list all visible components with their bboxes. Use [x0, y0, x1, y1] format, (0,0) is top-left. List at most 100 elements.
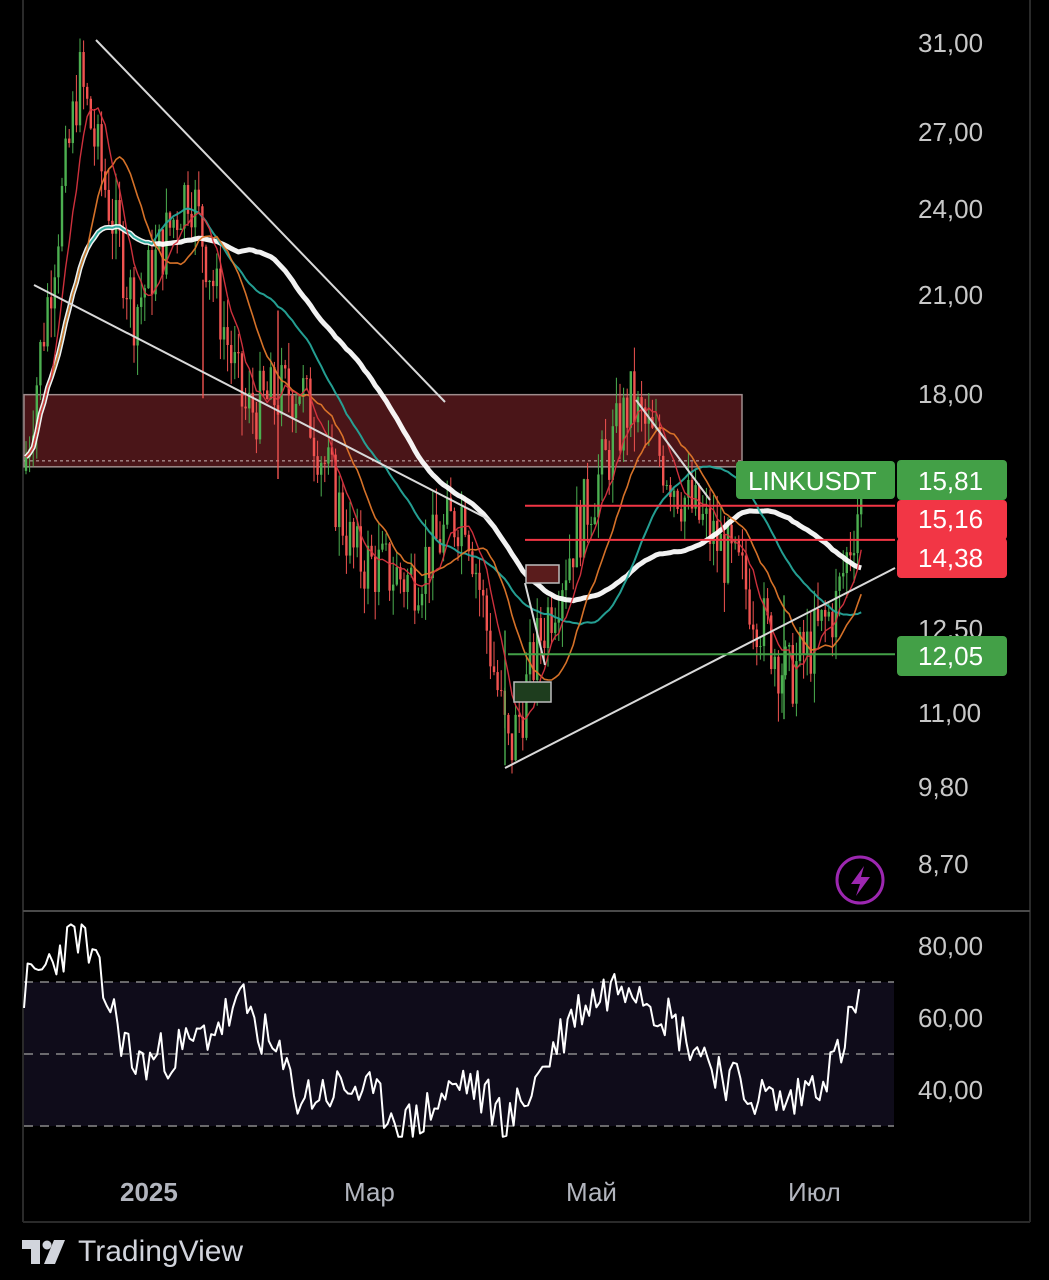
- candle-body[interactable]: [586, 479, 589, 525]
- candle-body[interactable]: [384, 543, 388, 545]
- candle-body[interactable]: [298, 396, 301, 404]
- candle-body[interactable]: [341, 492, 344, 536]
- candle-body[interactable]: [741, 552, 744, 556]
- candle-body[interactable]: [230, 345, 233, 364]
- candle-body[interactable]: [269, 367, 272, 400]
- candle-body[interactable]: [485, 595, 488, 631]
- candle-body[interactable]: [438, 538, 442, 553]
- candle-body[interactable]: [723, 534, 726, 583]
- candle-body[interactable]: [284, 365, 287, 369]
- candle-body[interactable]: [478, 572, 481, 590]
- candle-body[interactable]: [453, 511, 456, 538]
- candle-body[interactable]: [323, 462, 326, 464]
- candle-body[interactable]: [827, 611, 830, 617]
- candle-body[interactable]: [183, 185, 186, 229]
- candle-body[interactable]: [320, 462, 323, 475]
- candle-body[interactable]: [194, 189, 197, 228]
- rsi-pane[interactable]: [23, 923, 894, 1138]
- candle-body[interactable]: [219, 268, 222, 340]
- candle-body[interactable]: [255, 412, 258, 440]
- candle-body[interactable]: [39, 342, 42, 386]
- candle-body[interactable]: [176, 219, 179, 231]
- candle-body[interactable]: [93, 128, 96, 147]
- symbol-tag[interactable]: LINKUSDT: [736, 461, 895, 499]
- candle-body[interactable]: [528, 642, 532, 675]
- candle-body[interactable]: [240, 353, 244, 407]
- candle-body[interactable]: [86, 86, 89, 99]
- candle-body[interactable]: [172, 219, 175, 228]
- candle-body[interactable]: [532, 642, 535, 680]
- candle-body[interactable]: [96, 124, 100, 147]
- candle-body[interactable]: [633, 371, 636, 423]
- lightning-icon[interactable]: [835, 855, 885, 905]
- candle-body[interactable]: [222, 327, 226, 340]
- candle-body[interactable]: [46, 297, 49, 347]
- candle-body[interactable]: [838, 576, 841, 591]
- candle-body[interactable]: [554, 622, 557, 633]
- candle-body[interactable]: [496, 672, 499, 691]
- candle-body[interactable]: [568, 558, 571, 581]
- candle-body[interactable]: [564, 580, 568, 591]
- candle-body[interactable]: [291, 395, 294, 419]
- candle-body[interactable]: [590, 524, 593, 526]
- order-block-green[interactable]: [513, 681, 552, 703]
- candle-body[interactable]: [579, 505, 582, 558]
- candle-body[interactable]: [125, 298, 128, 300]
- candle-body[interactable]: [280, 365, 283, 415]
- candle-body[interactable]: [64, 138, 67, 186]
- candle-body[interactable]: [849, 552, 852, 556]
- level-tag-2[interactable]: 14,38: [897, 538, 1007, 578]
- candle-body[interactable]: [615, 403, 618, 427]
- candle-body[interactable]: [543, 640, 546, 648]
- candle-body[interactable]: [597, 474, 600, 518]
- candle-body[interactable]: [744, 555, 748, 590]
- candle-body[interactable]: [392, 584, 395, 591]
- candle-body[interactable]: [816, 609, 820, 621]
- price-axis[interactable]: 31,00 27,00 24,00 21,00 18,00 12,50 11,0…: [918, 28, 983, 879]
- candle-body[interactable]: [446, 497, 449, 525]
- candle-body[interactable]: [748, 589, 751, 625]
- candle-body[interactable]: [388, 543, 391, 591]
- level-tag-3[interactable]: 12,05: [897, 636, 1007, 676]
- candle-body[interactable]: [204, 246, 208, 283]
- candle-body[interactable]: [464, 506, 467, 535]
- candle-body[interactable]: [456, 537, 460, 547]
- candle-body[interactable]: [71, 101, 74, 144]
- candle-body[interactable]: [431, 514, 434, 579]
- candle-body[interactable]: [60, 185, 64, 247]
- candle-body[interactable]: [471, 551, 474, 575]
- candle-body[interactable]: [813, 609, 816, 674]
- candle-body[interactable]: [539, 618, 542, 641]
- trendline-upper[interactable]: [95, 39, 446, 403]
- candle-body[interactable]: [258, 370, 262, 440]
- candle-body[interactable]: [611, 426, 614, 480]
- candle-body[interactable]: [122, 230, 125, 299]
- candle-body[interactable]: [262, 370, 265, 391]
- candle-body[interactable]: [24, 457, 28, 471]
- candle-body[interactable]: [147, 250, 150, 289]
- candle-body[interactable]: [759, 646, 762, 648]
- candle-body[interactable]: [197, 189, 200, 207]
- candle-body[interactable]: [352, 521, 355, 548]
- candle-body[interactable]: [500, 690, 503, 692]
- candle-body[interactable]: [75, 101, 78, 126]
- candle-body[interactable]: [680, 509, 683, 522]
- candle-body[interactable]: [208, 280, 211, 283]
- candle-body[interactable]: [226, 327, 229, 346]
- candle-body[interactable]: [726, 524, 730, 583]
- candle-body[interactable]: [514, 714, 517, 761]
- candle-body[interactable]: [752, 624, 755, 630]
- candle-body[interactable]: [593, 517, 596, 525]
- candle-body[interactable]: [424, 546, 427, 594]
- candle-body[interactable]: [53, 277, 56, 309]
- candle-body[interactable]: [629, 371, 632, 428]
- candle-body[interactable]: [294, 403, 298, 419]
- candle-body[interactable]: [572, 558, 575, 568]
- order-block-red[interactable]: [525, 564, 560, 584]
- candle-body[interactable]: [842, 573, 845, 577]
- candle-body[interactable]: [237, 352, 240, 354]
- candle-body[interactable]: [852, 553, 856, 556]
- candle-body[interactable]: [327, 447, 330, 464]
- candle-body[interactable]: [78, 52, 82, 126]
- candle-body[interactable]: [312, 437, 316, 457]
